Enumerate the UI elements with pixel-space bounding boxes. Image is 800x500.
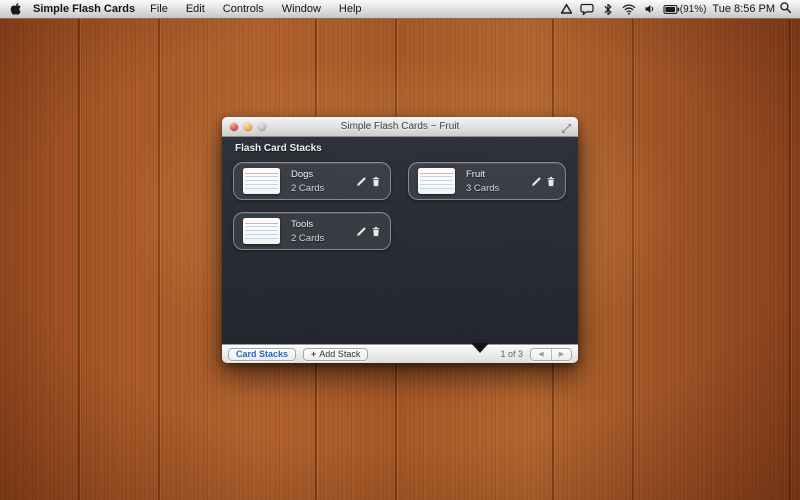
menu-window[interactable]: Window — [273, 0, 330, 19]
messages-icon[interactable] — [579, 0, 596, 19]
menu-help[interactable]: Help — [330, 0, 371, 19]
card-thumbnail-icon — [243, 168, 280, 194]
apple-logo-icon — [10, 2, 22, 16]
stack-tile-fruit[interactable]: Fruit 3 Cards — [408, 162, 566, 200]
stack-count: 3 Cards — [466, 183, 499, 194]
stack-tile-tools[interactable]: Tools 2 Cards — [233, 212, 391, 250]
stack-name: Dogs — [291, 169, 324, 180]
pager-text: 1 of 3 — [500, 349, 523, 359]
add-stack-label: Add Stack — [319, 349, 360, 359]
plus-icon: + — [311, 349, 316, 359]
edit-pencil-icon[interactable] — [531, 176, 542, 187]
popover-arrow — [471, 343, 489, 353]
close-button[interactable] — [230, 123, 238, 131]
bluetooth-icon[interactable] — [600, 0, 617, 19]
battery-percent[interactable]: (91%) — [680, 4, 707, 15]
fullscreen-icon[interactable] — [561, 121, 573, 133]
menu-clock[interactable]: Tue 8:56 PM — [712, 3, 775, 15]
edit-pencil-icon[interactable] — [356, 176, 367, 187]
card-stacks-button[interactable]: Card Stacks — [228, 348, 296, 361]
stack-count: 2 Cards — [291, 233, 324, 244]
app-window: Simple Flash Cards ~ Fruit Flash Card St… — [222, 117, 578, 363]
window-titlebar[interactable]: Simple Flash Cards ~ Fruit — [222, 117, 578, 137]
trash-icon[interactable] — [371, 226, 381, 237]
menu-bar: Simple Flash Cards File Edit Controls Wi… — [0, 0, 800, 19]
trash-icon[interactable] — [371, 176, 381, 187]
stack-count: 2 Cards — [291, 183, 324, 194]
bottom-toolbar: Card Stacks + Add Stack 1 of 3 ◀ ▶ — [222, 344, 578, 363]
menu-file[interactable]: File — [141, 0, 177, 19]
battery-icon[interactable] — [663, 0, 680, 19]
menu-controls[interactable]: Controls — [214, 0, 273, 19]
card-thumbnail-icon — [418, 168, 455, 194]
stack-tile-dogs[interactable]: Dogs 2 Cards — [233, 162, 391, 200]
window-title: Simple Flash Cards ~ Fruit — [222, 121, 578, 132]
wifi-icon[interactable] — [621, 0, 638, 19]
spotlight-search-icon[interactable] — [779, 1, 792, 17]
section-header: Flash Card Stacks — [235, 143, 322, 154]
volume-icon[interactable] — [642, 0, 659, 19]
card-thumbnail-icon — [243, 218, 280, 244]
minimize-button[interactable] — [244, 123, 252, 131]
stack-name: Tools — [291, 219, 324, 230]
pager-next-icon[interactable]: ▶ — [551, 349, 571, 360]
edit-pencil-icon[interactable] — [356, 226, 367, 237]
add-stack-button[interactable]: + Add Stack — [303, 348, 368, 361]
stacks-view: Flash Card Stacks Dogs 2 Cards — [222, 137, 578, 344]
trash-icon[interactable] — [546, 176, 556, 187]
pager-prev-icon[interactable]: ◀ — [531, 349, 551, 360]
app-menu-title[interactable]: Simple Flash Cards — [33, 3, 135, 15]
zoom-button[interactable] — [258, 123, 266, 131]
drive-icon[interactable] — [558, 0, 575, 19]
menu-edit[interactable]: Edit — [177, 0, 214, 19]
apple-menu[interactable] — [10, 2, 23, 16]
stack-name: Fruit — [466, 169, 499, 180]
pager-control: ◀ ▶ — [530, 348, 572, 361]
